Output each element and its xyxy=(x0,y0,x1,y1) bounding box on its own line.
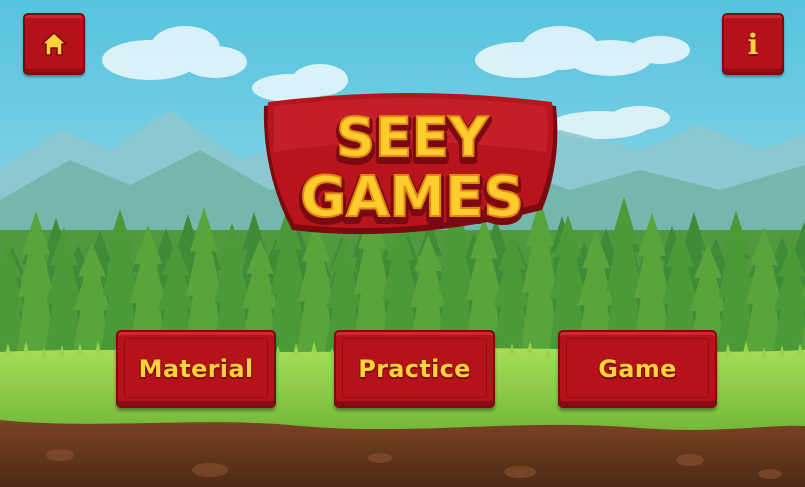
practice-button[interactable]: Practice xyxy=(334,330,495,408)
game-button[interactable]: Game xyxy=(558,330,717,408)
title-line-2: GAMES xyxy=(300,165,524,230)
home-icon xyxy=(41,32,67,56)
material-button[interactable]: Material xyxy=(116,330,276,408)
material-label: Material xyxy=(138,355,254,383)
practice-label: Practice xyxy=(358,355,471,383)
info-icon: i xyxy=(747,27,759,61)
game-label: Game xyxy=(598,355,677,383)
game-title-logo: SEEY SEEY GAMES GAMES xyxy=(258,92,562,252)
home-button[interactable] xyxy=(23,13,85,75)
game-menu-screen: i SEEY SEEY GAMES GAMES Material Practic… xyxy=(0,0,805,487)
info-button[interactable]: i xyxy=(722,13,784,75)
title-line-1: SEEY xyxy=(336,106,489,169)
